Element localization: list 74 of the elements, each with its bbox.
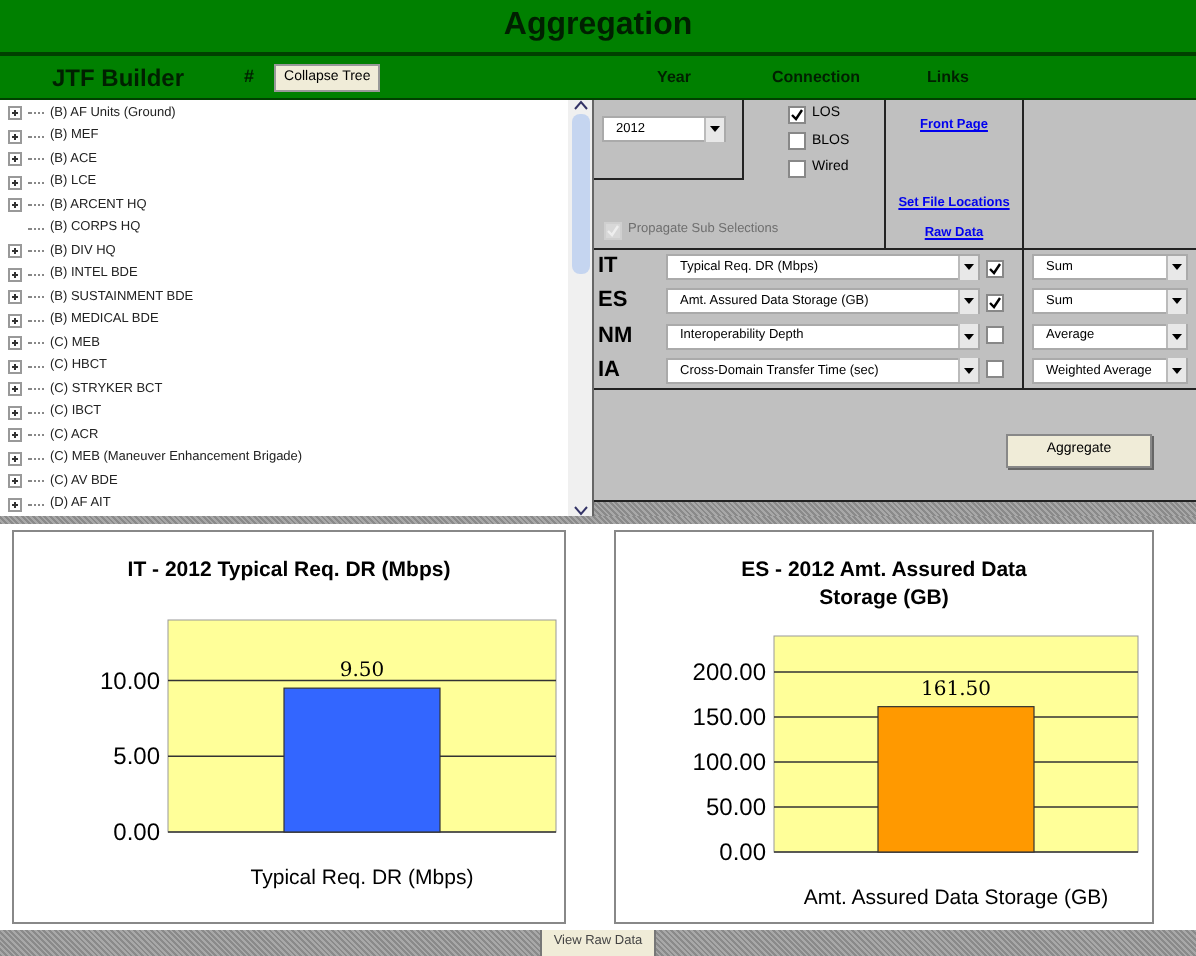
caret-icon [964,367,974,374]
caret-icon [1172,367,1182,374]
expand-icon[interactable] [7,267,21,282]
expand-icon[interactable] [7,290,21,305]
dropdown-arrow-button[interactable] [958,324,978,349]
expand-icon[interactable] [7,359,21,374]
check-icon [606,224,620,238]
expand-icon[interactable] [7,129,21,144]
expand-icon[interactable] [7,428,21,443]
dropdown-arrow-button[interactable] [1166,255,1186,280]
panel-title: JTF Builder [52,61,185,95]
data-label: 161.50 [921,678,991,701]
caret-icon [964,298,974,305]
column-header: Connection [770,65,862,89]
caret-icon [710,126,720,132]
dropdown-arrow-button[interactable] [1166,358,1186,383]
check-icon [988,295,1002,310]
axis-tick-label: 5.00 [113,742,160,771]
expand-icon[interactable] [7,405,21,420]
axis-tick-label: 100.00 [692,748,766,776]
caret-icon [1172,264,1182,271]
checkbox[interactable] [788,105,806,124]
check-icon [988,261,1002,276]
scrollbar[interactable] [568,100,592,516]
window-title: Aggregation [503,6,693,46]
metric-code: NM [596,325,635,348]
expand-icon[interactable] [7,497,21,512]
expand-icon[interactable] [7,451,21,466]
checkbox[interactable] [986,293,1004,312]
expand-icon[interactable] [7,152,21,167]
marker-text: # [244,63,255,90]
dropdown-arrow-button[interactable] [1166,289,1186,314]
expand-icon[interactable] [7,336,21,351]
check-icon [790,107,804,122]
chart-title: IT - 2012 Typical Req. DR (Mbps) [125,556,453,584]
category-label: Amt. Assured Data Storage (GB) [803,886,1109,910]
data-label: 9.50 [339,660,385,683]
expand-icon[interactable] [7,382,21,397]
checkbox[interactable] [986,326,1004,345]
checkbox[interactable] [788,159,806,178]
expand-icon[interactable] [7,244,21,259]
dropdown-arrow-button[interactable] [958,255,978,280]
chart-title: ES - 2012 Amt. Assured Data Storage (GB) [739,556,1029,612]
dropdown-arrow-button[interactable] [958,358,978,383]
caret-icon [1172,298,1182,305]
caret-icon [964,264,974,271]
scroll-up-icon[interactable] [573,100,587,110]
axis-tick-label: 0.00 [719,838,766,866]
axis-tick-label: 50.00 [705,793,766,821]
scroll-down-icon[interactable] [573,506,587,516]
metric-code: ES [596,290,630,313]
dropdown-arrow-button[interactable] [958,289,978,314]
dropdown-arrow-button[interactable] [1166,324,1186,349]
axis-tick-label: 200.00 [692,658,766,686]
column-header: Year [655,65,693,89]
dropdown-arrow-button[interactable] [704,117,724,141]
column-header: Links [925,65,971,89]
checkbox[interactable] [986,360,1004,379]
scroll-thumb[interactable] [571,114,589,274]
metric-code: IT [596,256,620,279]
checkbox[interactable] [788,132,806,151]
caret-icon [1172,333,1182,340]
expand-icon[interactable] [7,198,21,213]
expand-icon[interactable] [7,106,21,121]
checkbox[interactable] [986,259,1004,278]
axis-tick-label: 10.00 [99,666,160,695]
axis-tick-label: 0.00 [113,818,160,846]
caret-icon [964,333,974,340]
expand-icon[interactable] [7,175,21,190]
expand-icon[interactable] [7,313,21,328]
metric-code: IA [596,359,622,382]
axis-tick-label: 150.00 [692,703,766,731]
expand-icon[interactable] [7,474,21,489]
category-label: Typical Req. DR (Mbps) [250,866,474,890]
